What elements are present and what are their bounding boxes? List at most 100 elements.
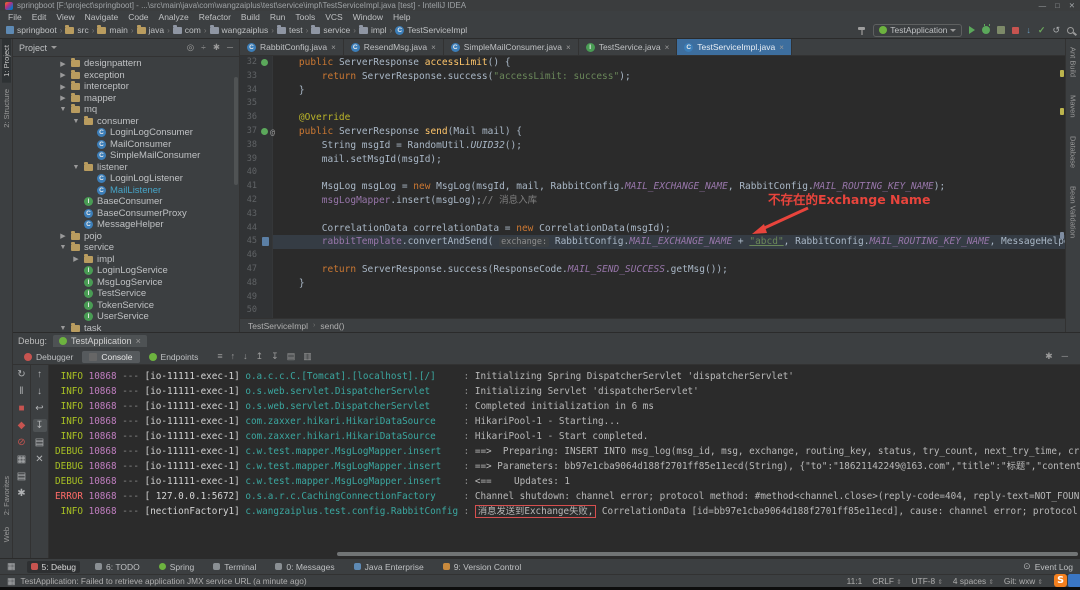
tree-item-UserService[interactable]: UserService bbox=[13, 311, 239, 323]
code-text[interactable]: CorrelationData correlationData = new Co… bbox=[273, 222, 671, 236]
gutter[interactable] bbox=[260, 222, 273, 236]
gutter-override-icon[interactable] bbox=[261, 59, 268, 66]
tool-window-button-9-version-control[interactable]: 9: Version Control bbox=[439, 561, 526, 573]
tab-SimpleMailConsumer.java[interactable]: SimpleMailConsumer.java× bbox=[444, 39, 579, 55]
settings-icon[interactable]: ✱ bbox=[213, 42, 220, 53]
gutter[interactable] bbox=[260, 304, 273, 318]
search-icon[interactable] bbox=[1067, 27, 1074, 34]
close-button[interactable]: ✕ bbox=[1069, 1, 1075, 10]
tree-item-mq[interactable]: ▼ mq bbox=[13, 104, 239, 116]
project-panel-title[interactable]: Project bbox=[19, 43, 47, 53]
menu-analyze[interactable]: Analyze bbox=[154, 12, 194, 22]
tree-item-task[interactable]: ▼ task bbox=[13, 323, 239, 333]
run-icon[interactable] bbox=[969, 26, 975, 34]
console-toolbar-icon[interactable]: ▤ bbox=[287, 351, 296, 362]
gutter-override-icon[interactable] bbox=[261, 128, 268, 135]
code-text[interactable] bbox=[273, 249, 276, 263]
tree-item-LoginLogListener[interactable]: LoginLogListener bbox=[13, 173, 239, 185]
locate-icon[interactable]: ◎ bbox=[187, 42, 194, 53]
line-number[interactable]: 40 bbox=[240, 166, 260, 180]
menu-build[interactable]: Build bbox=[236, 12, 265, 22]
tab-ResendMsg.java[interactable]: ResendMsg.java× bbox=[344, 39, 444, 55]
tree-item-MailListener[interactable]: MailListener bbox=[13, 185, 239, 197]
code-area[interactable]: 32 public ServerResponse accessLimit() {… bbox=[240, 56, 1065, 318]
tool-window-button-0-messages[interactable]: 0: Messages bbox=[271, 561, 338, 573]
code-text[interactable]: mail.setMsgId(msgId); bbox=[273, 153, 442, 167]
menu-refactor[interactable]: Refactor bbox=[194, 12, 236, 22]
status-widget-utf-8[interactable]: UTF-8 ⇕ bbox=[912, 576, 943, 586]
tree-item-LoginLogConsumer[interactable]: LoginLogConsumer bbox=[13, 127, 239, 139]
line-number[interactable]: 36 bbox=[240, 111, 260, 125]
line-number[interactable]: 46 bbox=[240, 249, 260, 263]
tree-item-service[interactable]: ▼ service bbox=[13, 242, 239, 254]
close-icon[interactable]: × bbox=[779, 43, 784, 52]
code-text[interactable] bbox=[273, 291, 276, 305]
close-icon[interactable]: × bbox=[431, 43, 436, 52]
tool-button-bean-validation[interactable]: Bean Validation bbox=[1069, 184, 1078, 240]
code-text[interactable]: rabbitTemplate.convertAndSend( exchange:… bbox=[273, 235, 1065, 249]
tool-window-button-5-debug[interactable]: 5: Debug bbox=[27, 561, 81, 573]
line-number[interactable]: 37 bbox=[240, 125, 260, 139]
debug-tab-endpoints[interactable]: Endpoints bbox=[142, 351, 206, 363]
close-icon[interactable]: × bbox=[331, 43, 336, 52]
breadcrumb-impl[interactable]: impl bbox=[359, 25, 387, 35]
gutter-annotation-icon[interactable]: @ bbox=[269, 129, 276, 136]
tree-item-pojo[interactable]: ▶ pojo bbox=[13, 231, 239, 243]
tree-item-MailConsumer[interactable]: MailConsumer bbox=[13, 139, 239, 151]
minimize-button[interactable]: — bbox=[1039, 1, 1047, 10]
menu-window[interactable]: Window bbox=[348, 12, 388, 22]
console-toolbar-icon[interactable]: ↧ bbox=[271, 351, 279, 362]
status-widget-git-wxw[interactable]: Git: wxw ⇕ bbox=[1004, 576, 1043, 586]
event-log-button[interactable]: ⊙ Event Log bbox=[1023, 562, 1073, 572]
breadcrumb-test[interactable]: test bbox=[277, 25, 303, 35]
close-icon[interactable]: × bbox=[665, 43, 670, 52]
debug-settings-icon[interactable]: ✱ bbox=[1045, 351, 1053, 362]
project-scrollbar[interactable] bbox=[234, 77, 238, 185]
line-number[interactable]: 38 bbox=[240, 139, 260, 153]
menu-vcs[interactable]: VCS bbox=[320, 12, 347, 22]
code-text[interactable]: public ServerResponse send(Mail mail) { bbox=[273, 125, 522, 139]
tree-item-mapper[interactable]: ▶ mapper bbox=[13, 93, 239, 105]
menu-navigate[interactable]: Navigate bbox=[80, 12, 124, 22]
coverage-icon[interactable] bbox=[997, 26, 1005, 34]
menu-file[interactable]: File bbox=[3, 12, 27, 22]
settings-gear-icon[interactable]: ✱ bbox=[15, 487, 29, 500]
line-number[interactable]: 35 bbox=[240, 97, 260, 111]
stop-icon[interactable] bbox=[1012, 27, 1019, 34]
scroll-to-end-icon[interactable]: ↧ bbox=[33, 419, 47, 432]
breadcrumb-springboot[interactable]: springboot bbox=[6, 25, 57, 35]
soft-wrap-icon[interactable]: ↩ bbox=[33, 402, 47, 415]
tool-button-web[interactable]: Web bbox=[2, 521, 11, 548]
status-widget-4-spaces[interactable]: 4 spaces ⇕ bbox=[953, 576, 994, 586]
code-text[interactable] bbox=[273, 166, 276, 180]
print-icon[interactable]: ▤ bbox=[33, 436, 47, 449]
tool-button-maven[interactable]: Maven bbox=[1069, 93, 1078, 120]
vcs-commit-icon[interactable]: ✓ bbox=[1038, 26, 1046, 35]
step-up-icon[interactable]: ↑ bbox=[33, 368, 47, 381]
tool-button-ant-build[interactable]: Ant Build bbox=[1069, 45, 1078, 79]
debug-tab-console[interactable]: Console bbox=[82, 351, 139, 363]
line-number[interactable]: 41 bbox=[240, 180, 260, 194]
console-toolbar-icon[interactable]: ↑ bbox=[231, 351, 236, 362]
tree-item-SimpleMailConsumer[interactable]: SimpleMailConsumer bbox=[13, 150, 239, 162]
code-text[interactable] bbox=[273, 97, 276, 111]
line-number[interactable]: 34 bbox=[240, 84, 260, 98]
toolwindow-switcher-icon[interactable]: ▦ bbox=[7, 562, 16, 571]
tab-TestService.java[interactable]: TestService.java× bbox=[579, 39, 678, 55]
gutter[interactable] bbox=[260, 235, 273, 249]
menu-tools[interactable]: Tools bbox=[290, 12, 320, 22]
line-number[interactable]: 32 bbox=[240, 56, 260, 70]
tree-item-listener[interactable]: ▼ listener bbox=[13, 162, 239, 174]
tree-item-MessageHelper[interactable]: MessageHelper bbox=[13, 219, 239, 231]
menu-run[interactable]: Run bbox=[265, 12, 291, 22]
code-text[interactable]: return ServerResponse.success(ResponseCo… bbox=[273, 263, 728, 277]
gutter[interactable] bbox=[260, 263, 273, 277]
step-down-icon[interactable]: ↓ bbox=[33, 385, 47, 398]
code-text[interactable] bbox=[273, 304, 276, 318]
tool-button-database[interactable]: Database bbox=[1069, 134, 1078, 170]
tree-item-BaseConsumer[interactable]: BaseConsumer bbox=[13, 196, 239, 208]
hide-panel-icon[interactable]: ─ bbox=[1062, 351, 1068, 362]
code-text[interactable]: public ServerResponse accessLimit() { bbox=[273, 56, 511, 70]
tool-window-button-java-enterprise[interactable]: Java Enterprise bbox=[350, 561, 428, 573]
status-widget-11-1[interactable]: 11:1 bbox=[847, 576, 863, 586]
